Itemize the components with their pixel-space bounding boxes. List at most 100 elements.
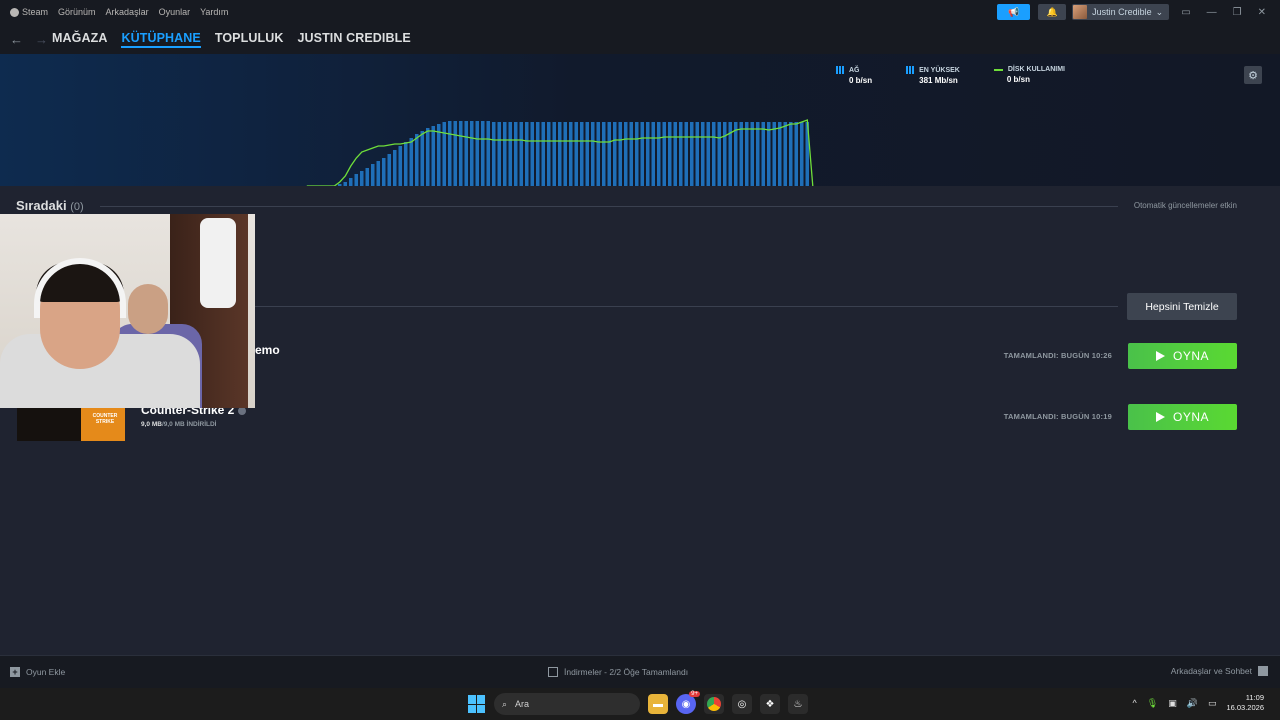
play-button[interactable]: OYNA xyxy=(1128,404,1237,430)
network-bar xyxy=(426,128,430,186)
nav-community[interactable]: TOPLULUK xyxy=(215,31,284,48)
play-label: OYNA xyxy=(1172,410,1209,424)
network-bar xyxy=(464,121,468,186)
nav-library[interactable]: KÜTÜPHANE xyxy=(121,31,201,48)
chevron-down-icon: ⌄ xyxy=(1155,6,1164,17)
download-graph: AĞ 0 b/sn EN YÜKSEK 381 Mb/sn DİSK KULLA… xyxy=(0,54,1280,186)
network-disk-chart xyxy=(306,119,814,186)
network-bar xyxy=(448,121,452,186)
download-stats: AĞ 0 b/sn EN YÜKSEK 381 Mb/sn DİSK KULLA… xyxy=(836,66,1065,85)
play-button[interactable]: OYNA xyxy=(1128,343,1237,369)
network-bar xyxy=(459,121,463,186)
network-bar xyxy=(442,122,446,186)
network-bar xyxy=(778,122,782,186)
file-explorer-icon[interactable]: ▬ xyxy=(648,694,668,714)
queue-count: (0) xyxy=(70,201,84,213)
chat-icon xyxy=(1258,666,1268,676)
volume-icon[interactable]: 🔊 xyxy=(1187,698,1198,709)
network-bar xyxy=(376,161,380,186)
menu-friends[interactable]: Arkadaşlar xyxy=(106,7,149,17)
network-bar xyxy=(761,122,765,186)
nav-profile[interactable]: JUSTIN CREDIBLE xyxy=(297,31,410,48)
forward-arrow-icon[interactable]: → xyxy=(35,32,48,47)
download-icon xyxy=(548,667,558,677)
network-bar xyxy=(723,122,727,186)
network-bar xyxy=(486,121,490,186)
network-bar xyxy=(712,122,716,186)
add-game-label: Oyun Ekle xyxy=(26,667,66,677)
network-bar xyxy=(541,122,545,186)
stat-network: AĞ 0 b/sn xyxy=(836,66,872,85)
network-icon[interactable]: ▣ xyxy=(1168,698,1177,709)
bar-chart-icon xyxy=(906,66,915,74)
nav-store[interactable]: MAĞAZA xyxy=(52,31,107,48)
obs-icon[interactable]: ◎ xyxy=(732,694,752,714)
clear-all-button[interactable]: Hepsini Temizle xyxy=(1127,293,1237,320)
chevron-up-icon[interactable]: ^ xyxy=(1133,698,1137,708)
line-chart-icon xyxy=(993,68,1003,71)
download-size: 9,0 MB/9,0 MB İNDİRİLDİ xyxy=(141,421,217,428)
friends-chat-button[interactable]: Arkadaşlar ve Sohbet xyxy=(1171,666,1268,676)
network-bar xyxy=(470,121,474,186)
menu-games[interactable]: Oyunlar xyxy=(159,7,191,17)
microphone-icon[interactable]: 🎙 xyxy=(1147,698,1158,709)
network-bar xyxy=(365,168,369,186)
network-bar xyxy=(393,150,397,186)
network-bar xyxy=(596,122,600,186)
clock[interactable]: 11:09 16.03.2026 xyxy=(1226,693,1264,713)
stat-disk-label: DİSK KULLANIMI xyxy=(1007,66,1066,73)
big-picture-icon[interactable]: ▭ xyxy=(1181,7,1190,18)
divider xyxy=(255,306,1118,307)
network-bar xyxy=(684,122,688,186)
play-label: OYNA xyxy=(1172,349,1209,363)
network-bar xyxy=(706,122,710,186)
network-bar xyxy=(481,121,485,186)
app-icon[interactable]: ❖ xyxy=(760,694,780,714)
auto-updates-status[interactable]: Otomatik güncellemeler etkin xyxy=(1134,201,1237,210)
discord-icon[interactable]: ◉ 9+ xyxy=(676,691,700,714)
close-icon[interactable]: ✕ xyxy=(1258,7,1266,18)
network-bar xyxy=(382,158,386,186)
chrome-icon[interactable] xyxy=(704,694,724,714)
nav-arrows: ← → xyxy=(0,32,52,47)
notifications-button[interactable]: 🔔 xyxy=(1038,4,1067,20)
network-bar xyxy=(657,122,661,186)
network-bar xyxy=(750,122,754,186)
game-thumbnail[interactable]: COUNTER STRIKE xyxy=(17,406,125,441)
window-controls: ▭ — ❐ ✕ xyxy=(1181,7,1280,18)
taskbar-search[interactable]: ⌕ Ara xyxy=(494,693,640,715)
network-bar xyxy=(800,122,804,186)
network-bar xyxy=(508,122,512,186)
stat-peak: EN YÜKSEK 381 Mb/sn xyxy=(906,66,960,85)
network-bar xyxy=(646,122,650,186)
network-bar xyxy=(569,122,573,186)
back-arrow-icon[interactable]: ← xyxy=(10,32,23,47)
user-menu-button[interactable]: Justin Credible ⌄ xyxy=(1072,4,1170,20)
minimize-icon[interactable]: — xyxy=(1207,7,1217,18)
network-bar xyxy=(360,171,364,186)
info-icon[interactable] xyxy=(238,406,247,415)
network-bar xyxy=(668,122,672,186)
network-bar xyxy=(371,164,375,186)
size-done: 9,0 MB xyxy=(141,421,162,428)
battery-icon[interactable]: ▭ xyxy=(1208,698,1217,709)
settings-button[interactable]: ⚙ xyxy=(1244,66,1262,84)
menu-view[interactable]: Görünüm xyxy=(58,7,96,17)
network-bar xyxy=(475,121,479,186)
add-game-button[interactable]: + Oyun Ekle xyxy=(10,667,65,677)
network-bar xyxy=(415,134,419,186)
menu-help[interactable]: Yardım xyxy=(200,7,228,17)
steam-icon[interactable]: ♨ xyxy=(788,694,808,714)
announcements-button[interactable]: 📢 xyxy=(997,4,1031,20)
completion-status: TAMAMLANDI: BUGÜN 10:26 xyxy=(1003,351,1112,360)
network-bar xyxy=(651,122,655,186)
game-title[interactable]: emo xyxy=(255,343,280,357)
windows-start-icon[interactable] xyxy=(468,695,486,713)
maximize-icon[interactable]: ❐ xyxy=(1233,7,1242,18)
network-bar xyxy=(530,122,534,186)
network-bar xyxy=(387,154,391,186)
menu-steam[interactable]: Steam xyxy=(10,7,48,18)
network-bar xyxy=(635,122,639,186)
downloads-status-button[interactable]: İndirmeler - 2/2 Öğe Tamamlandı xyxy=(548,667,688,677)
network-bar xyxy=(772,122,776,186)
